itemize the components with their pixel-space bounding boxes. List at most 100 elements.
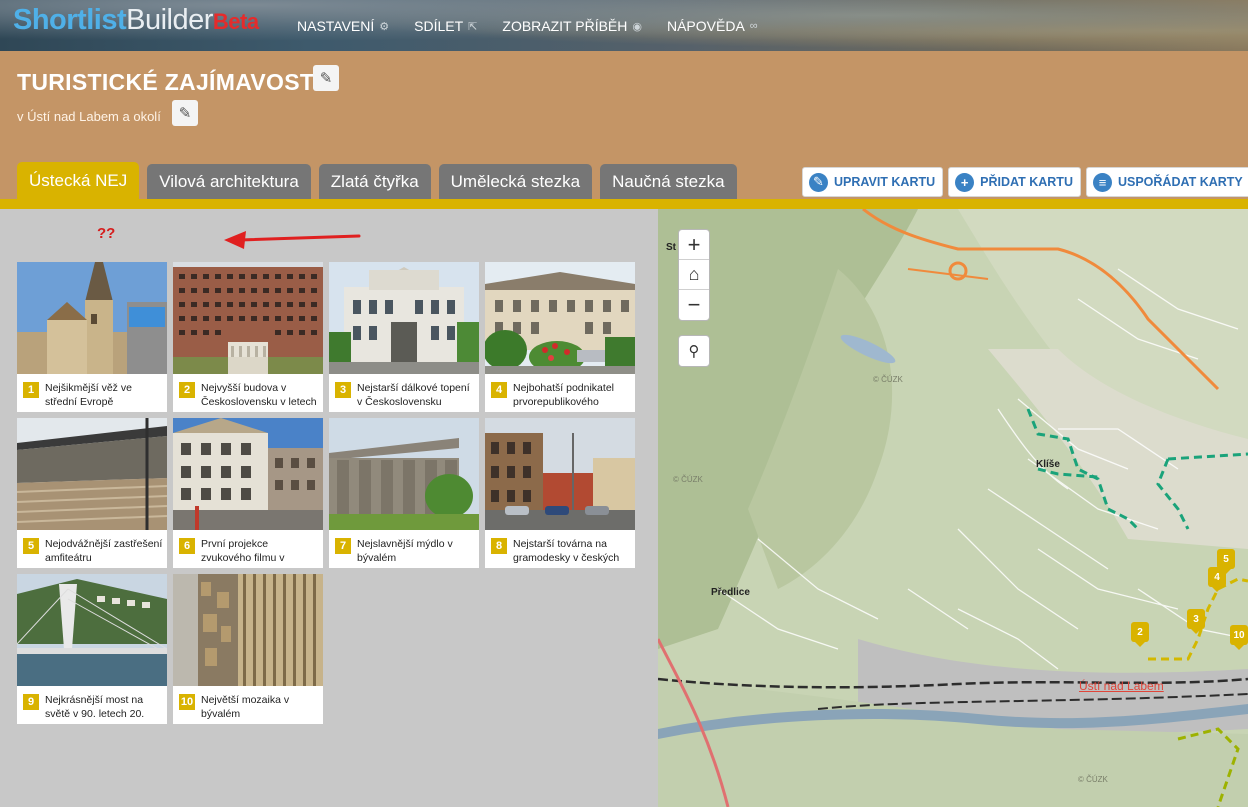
map-search-button[interactable]: ⚲: [679, 336, 709, 366]
card-number-badge: 2: [179, 382, 195, 398]
organize-cards-button[interactable]: ≡ USPOŘÁDAT KARTY: [1085, 167, 1248, 197]
home-icon: ⌂: [688, 264, 700, 284]
card-number-badge: 9: [23, 694, 39, 710]
map-marker-4[interactable]: 4: [1208, 567, 1226, 592]
card-2[interactable]: 2 Nejvyšší budova v Československu v let…: [173, 262, 323, 412]
nav-view-story[interactable]: ZOBRAZIT PŘÍBĚH ◉: [502, 18, 642, 34]
tab-bar: Ústecká NEJ Vilová architektura Zlatá čt…: [17, 162, 737, 199]
map-copyright: © ČÚZK: [1078, 775, 1108, 784]
tab-naucna-stezka[interactable]: Naučná stezka: [600, 164, 737, 199]
card-3-caption: 3 Nejstarší dálkové topení v Českosloven…: [335, 381, 475, 408]
nav-share-label: SDÍLET: [414, 18, 464, 34]
tab-vilova-architektura[interactable]: Vilová architektura: [147, 164, 311, 199]
card-title: Nejbohatší podnikatel prvorepublikového: [513, 382, 614, 408]
card-title: Nejslavnější mýdlo v bývalém: [357, 538, 453, 564]
map-label-city: Ústí nad Labem: [1079, 679, 1164, 693]
nav-help[interactable]: NÁPOVĚDA ∞: [667, 18, 758, 34]
binoculars-icon: ∞: [749, 20, 758, 32]
search-control: ⚲: [678, 335, 710, 367]
logo-builder: Builder: [126, 4, 213, 36]
map-label-predlice: Předlice: [711, 587, 750, 598]
card-number-badge: 3: [335, 382, 351, 398]
card-3[interactable]: 3 Nejstarší dálkové topení v Českosloven…: [329, 262, 479, 412]
card-9-image: [17, 574, 167, 686]
nav-view-story-label: ZOBRAZIT PŘÍBĚH: [502, 18, 628, 34]
card-8[interactable]: 8 Nejstarší továrna na gramodesky v česk…: [485, 418, 635, 568]
card-4[interactable]: 4 Nejbohatší podnikatel prvorepublikovéh…: [485, 262, 635, 412]
cards-pane: ?? 1 Nejšikmější věž ve střední Evropě 2…: [0, 209, 658, 807]
card-number-badge: 1: [23, 382, 39, 398]
card-2-caption: 2 Nejvyšší budova v Československu v let…: [179, 381, 319, 408]
logo-shortlist: Shortlist: [13, 4, 127, 36]
nav-settings-label: NASTAVENÍ: [297, 18, 375, 34]
zoom-in-button[interactable]: +: [679, 230, 709, 260]
card-5[interactable]: 5 Nejodvážnější zastřešení amfiteátru: [17, 418, 167, 568]
card-number-badge: 8: [491, 538, 507, 554]
edit-card-button[interactable]: ✎ UPRAVIT KARTU: [802, 167, 944, 197]
map-terrain: [658, 209, 1248, 807]
pencil-icon: ✎: [809, 172, 828, 192]
card-9-caption: 9 Nejkrásnější most na světě v 90. letec…: [23, 693, 163, 720]
nav-share[interactable]: SDÍLET ⇱: [414, 18, 477, 34]
card-5-image: [17, 418, 167, 530]
tab-umelecka-stezka[interactable]: Umělecká stezka: [438, 164, 593, 199]
card-number-badge: 5: [23, 538, 39, 554]
card-3-image: [329, 262, 479, 374]
card-number-badge: 10: [179, 694, 195, 710]
top-nav: NASTAVENÍ ⚙ SDÍLET ⇱ ZOBRAZIT PŘÍBĚH ◉ N…: [297, 18, 783, 34]
map-marker-3[interactable]: 3: [1187, 609, 1205, 634]
home-button[interactable]: ⌂: [679, 260, 709, 290]
card-10-caption: 10 Největší mozaika v bývalém: [179, 693, 319, 720]
map-marker-10[interactable]: 10: [1230, 625, 1248, 650]
card-number-badge: 7: [335, 538, 351, 554]
map-copyright: © ČÚZK: [873, 375, 903, 384]
edit-subtitle-button[interactable]: ✎: [172, 100, 198, 126]
card-title: Nejvyšší budova v Československu v letec…: [201, 382, 317, 408]
card-number-badge: 4: [491, 382, 507, 398]
plus-icon: +: [955, 172, 975, 192]
pencil-icon: ✎: [178, 105, 192, 122]
edit-card-label: UPRAVIT KARTU: [834, 175, 936, 189]
search-icon: ⚲: [688, 343, 700, 360]
card-title: Nejšikmější věž ve střední Evropě: [45, 382, 132, 408]
map-copyright: © ČÚZK: [673, 475, 703, 484]
nav-settings[interactable]: NASTAVENÍ ⚙: [297, 18, 389, 34]
tab-ustecka-nej[interactable]: Ústecká NEJ: [17, 162, 140, 199]
tab-zlata-ctyrka[interactable]: Zlatá čtyřka: [318, 164, 431, 199]
card-1[interactable]: 1 Nejšikmější věž ve střední Evropě: [17, 262, 167, 412]
card-title: Nejkrásnější most na světě v 90. letech …: [45, 694, 145, 720]
page-title: TURISTICKÉ ZAJÍMAVOSTI: [17, 69, 321, 95]
eye-icon: ◉: [632, 20, 642, 33]
card-6-caption: 6 První projekce zvukového filmu v: [179, 537, 319, 564]
page-subtitle: v Ústí nad Labem a okolí: [17, 109, 161, 124]
card-title: Nejodvážnější zastřešení amfiteátru: [45, 538, 163, 564]
card-10[interactable]: 10 Největší mozaika v bývalém: [173, 574, 323, 724]
card-7[interactable]: 7 Nejslavnější mýdlo v bývalém: [329, 418, 479, 568]
add-card-label: PŘIDAT KARTU: [980, 175, 1073, 189]
map-label-klise: Klíše: [1036, 459, 1060, 470]
map-marker-2[interactable]: 2: [1131, 622, 1149, 647]
nav-help-label: NÁPOVĚDA: [666, 18, 745, 34]
card-7-caption: 7 Nejslavnější mýdlo v bývalém: [335, 537, 475, 564]
annotation-arrow-icon: [224, 231, 361, 249]
card-6-image: [173, 418, 323, 530]
card-2-image: [173, 262, 323, 374]
list-icon: ≡: [1092, 172, 1112, 192]
card-8-caption: 8 Nejstarší továrna na gramodesky v česk…: [491, 537, 631, 564]
tab-underline-bar: [0, 199, 1248, 209]
card-1-caption: 1 Nejšikmější věž ve střední Evropě: [23, 381, 163, 408]
map-view[interactable]: + ⌂ − ⚲ St Klíše Předlice Ústí nad Labem…: [658, 209, 1248, 807]
card-4-image: [485, 262, 635, 374]
header: TURISTICKÉ ZAJÍMAVOSTI ✎ v Ústí nad Labe…: [0, 51, 1248, 199]
card-6[interactable]: 6 První projekce zvukového filmu v: [173, 418, 323, 568]
zoom-out-button[interactable]: −: [679, 290, 709, 320]
gears-icon: ⚙: [379, 20, 390, 33]
share-icon: ⇱: [468, 20, 478, 33]
card-8-image: [485, 418, 635, 530]
edit-title-button[interactable]: ✎: [313, 65, 339, 91]
logo-beta-badge: Beta: [212, 9, 259, 34]
add-card-button[interactable]: + PŘIDAT KARTU: [948, 167, 1081, 197]
card-5-caption: 5 Nejodvážnější zastřešení amfiteátru: [23, 537, 163, 564]
card-9[interactable]: 9 Nejkrásnější most na světě v 90. letec…: [17, 574, 167, 724]
map-label-st: St: [666, 242, 676, 253]
